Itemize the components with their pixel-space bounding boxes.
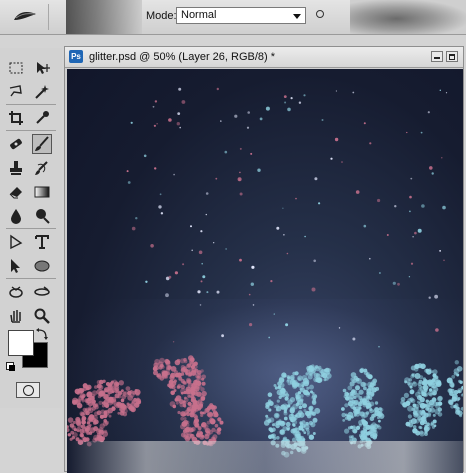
- stamp-icon: [10, 161, 22, 175]
- eraser-icon: [9, 187, 22, 199]
- toolbox: [0, 48, 62, 408]
- ellipse-icon: [34, 260, 50, 272]
- history-brush-tool[interactable]: [32, 158, 52, 178]
- rectangular-marquee-tool[interactable]: [6, 58, 26, 78]
- options-bar: Mode: Normal: [0, 0, 466, 35]
- toolbox-divider: [6, 130, 56, 131]
- type-icon: [35, 235, 49, 249]
- photoshop-icon: Ps: [69, 50, 83, 63]
- brush-icon: [14, 12, 36, 20]
- gradient-icon: [34, 186, 50, 198]
- obscured-region-bottom: [67, 441, 463, 473]
- foreground-color-swatch[interactable]: [8, 330, 34, 356]
- lasso-icon: [9, 85, 22, 97]
- spot-healing-brush-tool[interactable]: [6, 134, 26, 154]
- crop-icon: [9, 111, 23, 125]
- chevron-down-icon: [293, 14, 301, 19]
- bandage-icon: [10, 138, 22, 150]
- blur-tool[interactable]: [6, 206, 26, 226]
- document-window: Ps glitter.psd @ 50% (Layer 26, RGB/8) *: [64, 46, 464, 473]
- glitter-artwork: [67, 87, 463, 458]
- 3d-rotate-icon: [9, 286, 23, 298]
- crop-tool[interactable]: [6, 108, 26, 128]
- eraser-tool[interactable]: [6, 182, 26, 202]
- 3d-orbit-icon: [34, 286, 50, 296]
- eyedropper-tool[interactable]: [32, 108, 52, 128]
- 3d-orbit-tool[interactable]: [32, 282, 52, 302]
- history-brush-icon: [35, 161, 48, 175]
- obscured-region-right: [350, 0, 466, 34]
- obscured-region: [66, 0, 142, 34]
- brush-icon: [35, 136, 49, 151]
- move-tool[interactable]: [32, 58, 52, 78]
- hand-icon: [10, 310, 21, 323]
- opacity-control-icon[interactable]: [316, 10, 324, 18]
- document-title-bar[interactable]: Ps glitter.psd @ 50% (Layer 26, RGB/8) *: [65, 47, 463, 68]
- swap-colors-icon[interactable]: [36, 328, 48, 340]
- hand-tool[interactable]: [6, 306, 26, 326]
- ellipse-tool[interactable]: [32, 256, 52, 276]
- magic-wand-icon: [35, 85, 49, 99]
- minimize-button[interactable]: [431, 51, 443, 62]
- image-canvas[interactable]: [67, 69, 463, 473]
- clone-stamp-tool[interactable]: [6, 158, 26, 178]
- pen-tool[interactable]: [6, 232, 26, 252]
- magic-wand-tool[interactable]: [32, 82, 52, 102]
- zoom-tool[interactable]: [32, 306, 52, 326]
- dodge-icon: [36, 209, 50, 224]
- mode-dropdown-value: Normal: [181, 9, 217, 21]
- brush-preset-picker[interactable]: [4, 4, 49, 30]
- direct-selection-tool[interactable]: [6, 256, 26, 276]
- path-arrow-icon: [10, 234, 23, 250]
- toolbox-divider: [6, 104, 56, 105]
- toolbox-divider: [6, 278, 56, 279]
- toolbox-divider: [6, 228, 56, 229]
- dodge-tool[interactable]: [32, 206, 52, 226]
- lasso-tool[interactable]: [6, 82, 26, 102]
- brush-tool[interactable]: [32, 134, 52, 154]
- type-tool[interactable]: [32, 232, 52, 252]
- eyedropper-icon: [36, 111, 49, 124]
- magnifier-icon: [34, 308, 50, 324]
- arrow-pointer-icon: [11, 259, 20, 273]
- blur-drop-icon: [11, 209, 21, 224]
- move-icon: [37, 62, 50, 74]
- default-colors-icon[interactable]: [6, 362, 15, 371]
- marquee-icon: [9, 62, 23, 74]
- maximize-button[interactable]: [446, 51, 458, 62]
- quick-mask-button[interactable]: [16, 382, 40, 398]
- mode-dropdown[interactable]: Normal: [176, 7, 306, 24]
- 3d-rotate-tool[interactable]: [6, 282, 26, 302]
- mode-label: Mode:: [146, 10, 177, 22]
- document-title: glitter.psd @ 50% (Layer 26, RGB/8) *: [89, 51, 276, 63]
- gradient-tool[interactable]: [32, 182, 52, 202]
